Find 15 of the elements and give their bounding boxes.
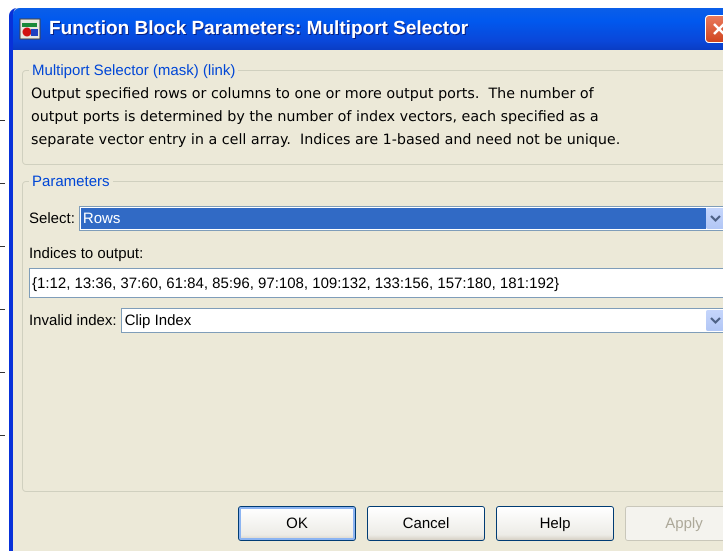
input-field[interactable]: {1:12, 13:36, 37:60, 61:84, 85:96, 97:108, 109:132, 133:156, 157:180, 181:192} (29, 268, 723, 298)
dialog-button[interactable]: OK (238, 506, 356, 541)
dropdown[interactable]: Clip Index (120, 308, 723, 333)
dialog-button[interactable]: Cancel (367, 506, 485, 541)
group-legend: Parameters (29, 173, 113, 190)
field-label: Select: (29, 210, 75, 227)
window-title: Function Block Parameters: Multiport Selector (49, 18, 470, 40)
dialog-button[interactable]: Help (496, 506, 614, 541)
dropdown[interactable]: Rows (78, 206, 723, 231)
block-diagram-icon (19, 18, 41, 40)
field-label: Indices to output: (29, 245, 144, 262)
field-label: Invalid index: (29, 312, 117, 329)
description-text: Output specified rows or columns to one or more output ports. The number of output ports is determined by the number of index vectors, each specified as a separate vector entry in a cell array. Indices are 1-based and need not be unique. (31, 85, 620, 150)
close-icon (711, 21, 723, 37)
group-legend: Multiport Selector (mask) (link) (29, 62, 238, 79)
